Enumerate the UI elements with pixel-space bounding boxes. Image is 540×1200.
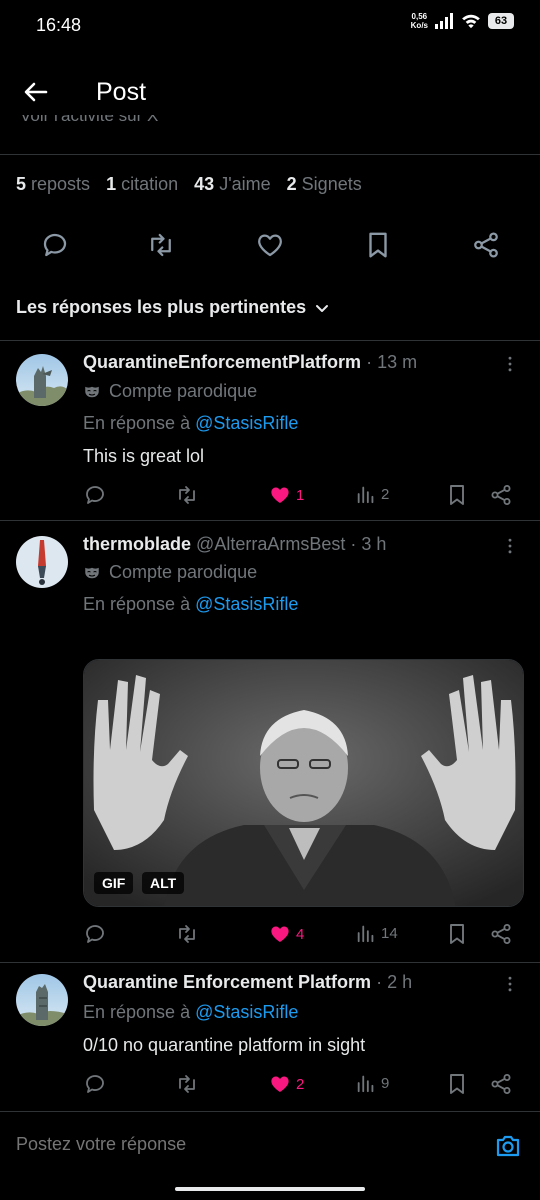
chevron-down-icon bbox=[316, 304, 329, 312]
alt-badge[interactable]: ALT bbox=[142, 872, 185, 894]
views-button[interactable]: 9 bbox=[355, 1072, 389, 1094]
reply-item[interactable]: QuarantineEnforcementPlatform · 13 m Com… bbox=[0, 340, 540, 520]
back-arrow-icon[interactable] bbox=[20, 76, 52, 108]
status-icons: 0,56 Ko/s 63 bbox=[411, 12, 514, 30]
like-button[interactable]: 1 bbox=[268, 483, 304, 507]
like-icon bbox=[268, 922, 292, 946]
like-icon bbox=[268, 483, 292, 507]
reply-icon[interactable] bbox=[83, 1072, 107, 1096]
reply-to-handle[interactable]: @StasisRifle bbox=[195, 1002, 298, 1022]
reply-icon[interactable] bbox=[40, 230, 70, 260]
parody-label: Compte parodique bbox=[83, 381, 257, 402]
bookmark-icon[interactable] bbox=[363, 230, 393, 260]
like-button[interactable]: 2 bbox=[268, 1072, 304, 1096]
like-icon[interactable] bbox=[255, 230, 285, 260]
reply-input[interactable] bbox=[16, 1134, 476, 1155]
reply-actions: 2 9 bbox=[83, 1072, 523, 1098]
parody-mask-icon bbox=[83, 564, 101, 582]
avatar[interactable] bbox=[16, 354, 68, 406]
parody-label: Compte parodique bbox=[83, 562, 257, 583]
reply-header: thermoblade @AlterraArmsBest · 3 h bbox=[83, 534, 386, 555]
avatar[interactable] bbox=[16, 974, 68, 1026]
page-title: Post bbox=[96, 78, 147, 106]
battery-indicator: 63 bbox=[488, 13, 514, 29]
reply-header: QuarantineEnforcementPlatform · 13 m bbox=[83, 352, 417, 373]
avatar[interactable] bbox=[16, 536, 68, 588]
gif-media[interactable]: GIF ALT bbox=[83, 659, 524, 907]
like-button[interactable]: 4 bbox=[268, 922, 304, 946]
reply-to-handle[interactable]: @StasisRifle bbox=[195, 413, 298, 433]
status-time: 16:48 bbox=[36, 15, 82, 35]
timestamp: · 3 h bbox=[350, 534, 387, 554]
top-bar: Post bbox=[0, 62, 540, 122]
in-reply-to: En réponse à @StasisRifle bbox=[83, 413, 299, 433]
timestamp: · 2 h bbox=[376, 972, 413, 992]
home-indicator bbox=[175, 1187, 365, 1191]
more-icon[interactable] bbox=[500, 974, 520, 994]
reply-text: 0/10 no quarantine platform in sight bbox=[83, 1035, 366, 1055]
reply-actions: 1 2 bbox=[83, 483, 523, 509]
views-icon bbox=[355, 483, 377, 505]
like-icon bbox=[268, 1072, 292, 1096]
more-icon[interactable] bbox=[500, 536, 520, 556]
likes-stat[interactable]: 43 J'aime bbox=[194, 174, 271, 195]
engagement-stats: 5 reposts 1 citation 43 J'aime 2 Signets bbox=[16, 174, 362, 195]
reposts-stat[interactable]: 5 reposts bbox=[16, 174, 90, 195]
replies-sort-dropdown[interactable]: Les réponses les plus pertinentes bbox=[16, 297, 330, 318]
signal-icon bbox=[435, 13, 453, 29]
bookmark-icon[interactable] bbox=[445, 1072, 469, 1096]
share-icon[interactable] bbox=[489, 922, 513, 946]
views-icon bbox=[355, 922, 377, 944]
status-bar: 16:48 0,56 Ko/s 63 bbox=[0, 0, 540, 52]
divider bbox=[0, 154, 540, 155]
gif-image bbox=[84, 660, 523, 906]
reply-item[interactable]: Quarantine Enforcement Platform · 2 h En… bbox=[0, 962, 540, 1110]
bookmark-icon[interactable] bbox=[445, 483, 469, 507]
author-name[interactable]: Quarantine Enforcement Platform bbox=[83, 972, 371, 992]
reply-icon[interactable] bbox=[83, 483, 107, 507]
reply-actions: 4 14 bbox=[83, 922, 523, 948]
bookmark-icon[interactable] bbox=[445, 922, 469, 946]
in-reply-to: En réponse à @StasisRifle bbox=[83, 594, 299, 614]
repost-icon[interactable] bbox=[175, 1072, 199, 1096]
activity-link-peek[interactable]: Voir l'activité sur X bbox=[20, 115, 540, 129]
camera-icon[interactable] bbox=[494, 1132, 522, 1160]
views-icon bbox=[355, 1072, 377, 1094]
timestamp: · 13 m bbox=[366, 352, 418, 372]
wifi-icon bbox=[462, 14, 480, 29]
reply-icon[interactable] bbox=[83, 922, 107, 946]
author-name[interactable]: thermoblade bbox=[83, 534, 191, 554]
author-name[interactable]: QuarantineEnforcementPlatform bbox=[83, 352, 361, 372]
bookmarks-stat[interactable]: 2 Signets bbox=[287, 174, 362, 195]
share-icon[interactable] bbox=[489, 483, 513, 507]
reply-to-handle[interactable]: @StasisRifle bbox=[195, 594, 298, 614]
repost-icon[interactable] bbox=[175, 922, 199, 946]
views-button[interactable]: 2 bbox=[355, 483, 389, 505]
reply-text: This is great lol bbox=[83, 446, 205, 466]
post-actions bbox=[0, 228, 540, 262]
share-icon[interactable] bbox=[471, 230, 501, 260]
in-reply-to: En réponse à @StasisRifle bbox=[83, 1002, 299, 1022]
share-icon[interactable] bbox=[489, 1072, 513, 1096]
reply-header: Quarantine Enforcement Platform · 2 h bbox=[83, 972, 412, 993]
repost-icon[interactable] bbox=[175, 483, 199, 507]
author-handle[interactable]: @AlterraArmsBest bbox=[196, 534, 345, 554]
quotes-stat[interactable]: 1 citation bbox=[106, 174, 178, 195]
gif-badge: GIF bbox=[94, 872, 134, 894]
network-speed: 0,56 Ko/s bbox=[410, 12, 428, 30]
repost-icon[interactable] bbox=[146, 230, 176, 260]
views-button[interactable]: 14 bbox=[355, 922, 398, 944]
more-icon[interactable] bbox=[500, 354, 520, 374]
parody-mask-icon bbox=[83, 383, 101, 401]
